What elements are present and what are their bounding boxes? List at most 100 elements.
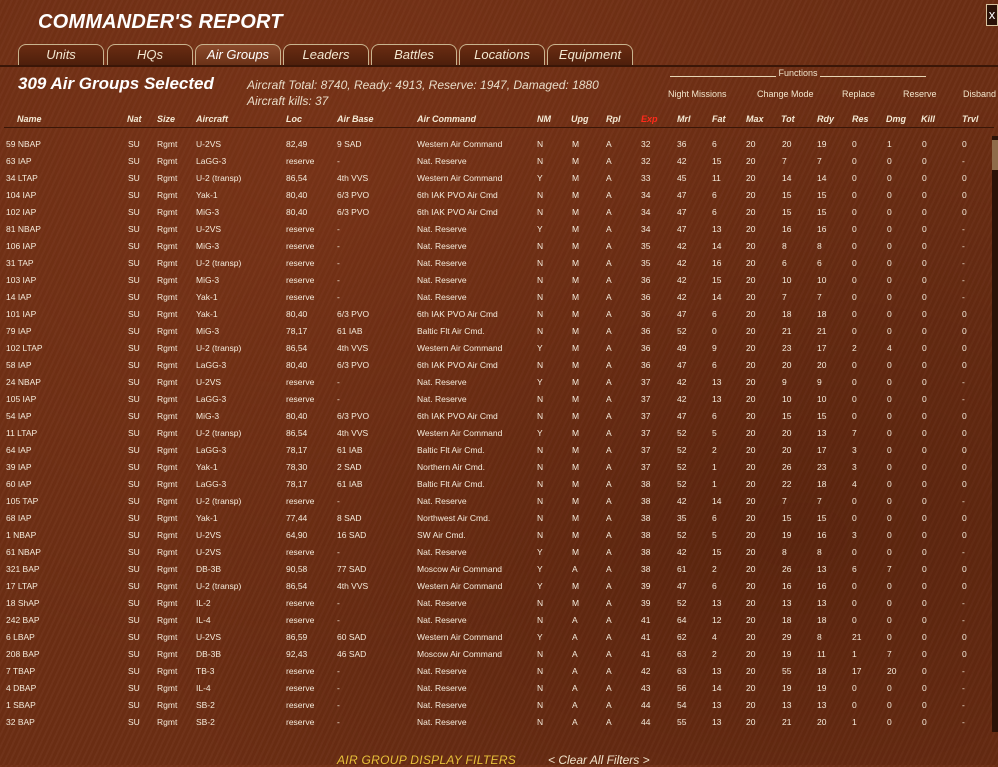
table-row[interactable]: 39 IAP SU Rgmt Yak-1 78,30 2 SAD Northern Air …: [0, 460, 994, 477]
table-row[interactable]: 14 IAP SU Rgmt Yak-1 reserve - Nat. Reserve N M A…: [0, 290, 994, 307]
column-header-rdy[interactable]: Rdy: [817, 114, 834, 124]
cell-res: 17: [852, 666, 862, 676]
column-header-mrl[interactable]: Mrl: [677, 114, 691, 124]
tab-units[interactable]: Units: [18, 44, 104, 65]
cell-max: 20: [746, 666, 756, 676]
change-mode-button[interactable]: Change Mode: [757, 89, 814, 99]
cell-air-command: Moscow Air Command: [417, 649, 503, 659]
column-header-upg[interactable]: Upg: [571, 114, 589, 124]
table-row[interactable]: 1 SBAP SU Rgmt SB-2 reserve - Nat. Reserve N A A 4…: [0, 698, 994, 715]
column-header-name[interactable]: Name: [17, 114, 42, 124]
column-header-air-command[interactable]: Air Command: [417, 114, 476, 124]
cell-mrl: 42: [677, 496, 687, 506]
table-row[interactable]: 103 IAP SU Rgmt MiG-3 reserve - Nat. Reserve N M…: [0, 273, 994, 290]
table-row[interactable]: 102 IAP SU Rgmt MiG-3 80,40 6/3 PVO 6th IAK PV…: [0, 205, 994, 222]
column-header-kill[interactable]: Kill: [921, 114, 935, 124]
column-header-max[interactable]: Max: [746, 114, 764, 124]
tab-hqs[interactable]: HQs: [107, 44, 193, 65]
cell-air-command: Northwest Air Cmd.: [417, 513, 491, 523]
cell-dmg: 0: [887, 326, 892, 336]
tab-equipment[interactable]: Equipment: [547, 44, 633, 65]
table-row[interactable]: 105 IAP SU Rgmt LaGG-3 reserve - Nat. Reserve N…: [0, 392, 994, 409]
column-header-loc[interactable]: Loc: [286, 114, 302, 124]
column-header-trvl[interactable]: Trvl: [962, 114, 978, 124]
cell-dmg: 0: [887, 683, 892, 693]
column-header-tot[interactable]: Tot: [781, 114, 795, 124]
cell-fat: 13: [712, 224, 722, 234]
tab-air-groups[interactable]: Air Groups: [195, 44, 281, 65]
cell-nat: SU: [128, 632, 140, 642]
table-row[interactable]: 242 BAP SU Rgmt IL-4 reserve - Nat. Reserve N A A…: [0, 613, 994, 630]
table-row[interactable]: 24 NBAP SU Rgmt U-2VS reserve - Nat. Reserve Y M…: [0, 375, 994, 392]
table-row[interactable]: 7 TBAP SU Rgmt TB-3 reserve - Nat. Reserve N A A 4…: [0, 664, 994, 681]
functions-label: Functions: [668, 68, 928, 78]
disband-button[interactable]: Disband: [963, 89, 996, 99]
column-header-air-base[interactable]: Air Base: [337, 114, 374, 124]
cell-upg: A: [572, 649, 578, 659]
table-row[interactable]: 4 DBAP SU Rgmt IL-4 reserve - Nat. Reserve N A A 4…: [0, 681, 994, 698]
table-row[interactable]: 61 NBAP SU Rgmt U-2VS reserve - Nat. Reserve Y M…: [0, 545, 994, 562]
replace-button[interactable]: Replace: [842, 89, 875, 99]
column-header-res[interactable]: Res: [852, 114, 869, 124]
table-row[interactable]: 104 IAP SU Rgmt Yak-1 80,40 6/3 PVO 6th IAK PV…: [0, 188, 994, 205]
table-row[interactable]: 63 IAP SU Rgmt LaGG-3 reserve - Nat. Reserve N M…: [0, 154, 994, 171]
table-row[interactable]: 6 LBAP SU Rgmt U-2VS 86,59 60 SAD Western Air …: [0, 630, 994, 647]
cell-dmg: 0: [887, 547, 892, 557]
cell-res: 0: [852, 207, 857, 217]
tab-leaders[interactable]: Leaders: [283, 44, 369, 65]
column-header-fat[interactable]: Fat: [712, 114, 726, 124]
table-row[interactable]: 102 LTAP SU Rgmt U-2 (transp) 86,54 4th VVS We…: [0, 341, 994, 358]
column-header-dmg[interactable]: Dmg: [886, 114, 906, 124]
reserve-button[interactable]: Reserve: [903, 89, 937, 99]
cell-loc: 86,59: [286, 632, 308, 642]
column-header-aircraft[interactable]: Aircraft: [196, 114, 228, 124]
cell-upg: M: [572, 309, 580, 319]
cell-fat: 6: [712, 360, 717, 370]
table-row[interactable]: 101 IAP SU Rgmt Yak-1 80,40 6/3 PVO 6th IAK PV…: [0, 307, 994, 324]
table-row[interactable]: 58 IAP SU Rgmt LaGG-3 80,40 6/3 PVO 6th IAK PV…: [0, 358, 994, 375]
close-button[interactable]: x: [986, 4, 998, 26]
cell-fat: 13: [712, 717, 722, 727]
cell-rpl: A: [606, 360, 612, 370]
table-row[interactable]: 54 IAP SU Rgmt MiG-3 80,40 6/3 PVO 6th IAK PVO…: [0, 409, 994, 426]
column-header-exp[interactable]: Exp: [641, 114, 658, 124]
night-missions-button[interactable]: Night Missions: [668, 89, 727, 99]
table-row[interactable]: 81 NBAP SU Rgmt U-2VS reserve - Nat. Reserve Y M…: [0, 222, 994, 239]
table-scrollbar[interactable]: [992, 136, 998, 732]
tab-battles[interactable]: Battles: [371, 44, 457, 65]
cell-kill: 0: [922, 411, 927, 421]
cell-loc: reserve: [286, 496, 315, 506]
column-header-size[interactable]: Size: [157, 114, 175, 124]
column-header-rpl[interactable]: Rpl: [606, 114, 621, 124]
table-row[interactable]: 321 BAP SU Rgmt DB-3B 90,58 77 SAD Moscow Air …: [0, 562, 994, 579]
cell-dmg: 0: [887, 428, 892, 438]
table-row[interactable]: 1 NBAP SU Rgmt U-2VS 64,90 16 SAD SW Air Cmd. N…: [0, 528, 994, 545]
table-row[interactable]: 208 BAP SU Rgmt DB-3B 92,43 46 SAD Moscow Air …: [0, 647, 994, 664]
table-row[interactable]: 34 LTAP SU Rgmt U-2 (transp) 86,54 4th VVS Wes…: [0, 171, 994, 188]
cell-exp: 34: [641, 224, 651, 234]
table-row[interactable]: 31 TAP SU Rgmt U-2 (transp) reserve - Nat. Res…: [0, 256, 994, 273]
cell-max: 20: [746, 530, 756, 540]
cell-trvl: -: [962, 496, 965, 506]
tab-locations[interactable]: Locations: [459, 44, 545, 65]
table-row[interactable]: 105 TAP SU Rgmt U-2 (transp) reserve - Nat. Re…: [0, 494, 994, 511]
table-row[interactable]: 59 NBAP SU Rgmt U-2VS 82,49 9 SAD Western Air …: [0, 137, 994, 154]
table-row[interactable]: 60 IAP SU Rgmt LaGG-3 78,17 61 IAB Baltic Flt …: [0, 477, 994, 494]
table-row[interactable]: 106 IAP SU Rgmt MiG-3 reserve - Nat. Reserve N M…: [0, 239, 994, 256]
cell-exp: 41: [641, 649, 651, 659]
table-row[interactable]: 11 LTAP SU Rgmt U-2 (transp) 86,54 4th VVS Wes…: [0, 426, 994, 443]
table-row[interactable]: 68 IAP SU Rgmt Yak-1 77,44 8 SAD Northwest Air…: [0, 511, 994, 528]
cell-name: 101 IAP: [6, 309, 37, 319]
table-row[interactable]: 18 ShAP SU Rgmt IL-2 reserve - Nat. Reserve N M A…: [0, 596, 994, 613]
table-row[interactable]: 17 LTAP SU Rgmt U-2 (transp) 86,54 4th VVS Wes…: [0, 579, 994, 596]
column-header-nat[interactable]: Nat: [127, 114, 142, 124]
scroll-thumb[interactable]: [992, 140, 998, 170]
table-row[interactable]: 64 IAP SU Rgmt LaGG-3 78,17 61 IAB Baltic Flt …: [0, 443, 994, 460]
cell-tot: 16: [782, 581, 792, 591]
cell-aircraft: MiG-3: [196, 241, 220, 251]
table-row[interactable]: 79 IAP SU Rgmt MiG-3 78,17 61 IAB Baltic Flt A…: [0, 324, 994, 341]
cell-res: 0: [852, 700, 857, 710]
table-row[interactable]: 32 BAP SU Rgmt SB-2 reserve - Nat. Reserve N A A 4…: [0, 715, 994, 732]
column-header-nm[interactable]: NM: [537, 114, 551, 124]
cell-nm: Y: [537, 343, 543, 353]
